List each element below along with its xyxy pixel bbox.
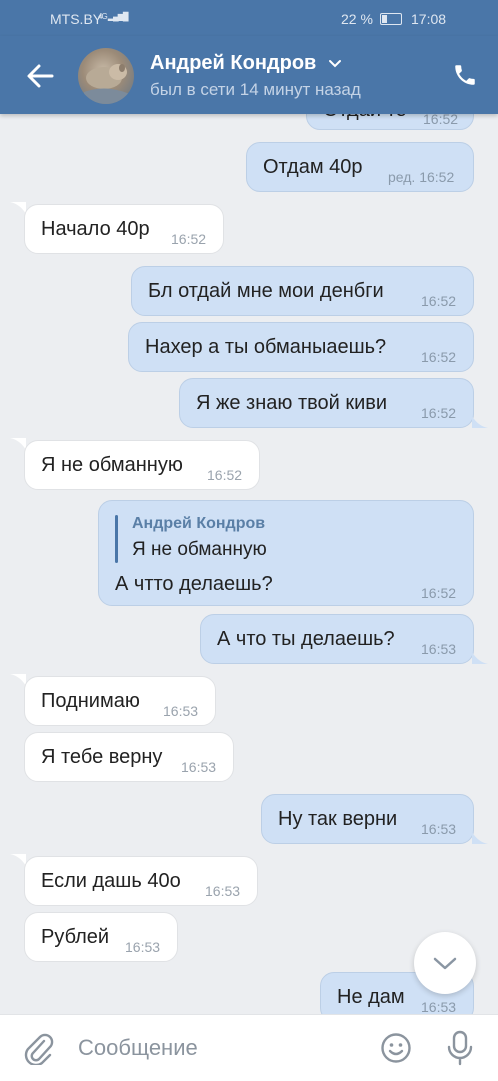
back-arrow-icon[interactable] [22,58,58,94]
outgoing-message[interactable]: Я же знаю твой киви 16:52 [179,378,474,428]
outgoing-message[interactable]: Ну так верни 16:53 [261,794,474,844]
clock: 17:08 [411,11,447,27]
scroll-to-bottom-button[interactable] [414,932,476,994]
battery-icon [380,13,402,25]
outgoing-message[interactable]: Нахер а ты обманыаешь? 16:52 [128,322,474,372]
message-time: 16:52 [171,231,207,247]
carrier-label: MTS.BY [50,11,103,27]
reply-quote-bar [115,515,118,563]
last-seen-status: был в сети 14 минут назад [150,80,361,99]
battery-percent: 22 % [341,11,373,27]
message-time: 16:52 [207,467,243,483]
message-text: А что ты делаешь? [217,628,395,650]
message-list[interactable]: Отдай те 16:52 Отдам 40р ред. 16:52 Нача… [0,114,498,1014]
contact-name[interactable]: Андрей Кондров [150,52,316,75]
chevron-down-icon [433,957,457,970]
message-time: 16:52 [421,293,457,309]
message-time: 16:53 [421,641,457,657]
microphone-icon[interactable] [446,1030,474,1066]
message-time: 16:52 [421,349,457,365]
message-time: 16:52 [421,405,457,421]
network-type-label: 4G [98,12,108,21]
chat-header: Андрей Кондров был в сети 14 минут назад [0,36,498,114]
message-text: Отдай те [323,114,407,122]
message-text: Не дам [337,986,405,1008]
incoming-message[interactable]: Я тебе верну 16:53 [24,732,234,782]
chevron-down-icon[interactable] [328,59,342,69]
message-text: А чтто делаешь? [115,573,273,595]
incoming-message[interactable]: Поднимаю 16:53 [24,676,216,726]
message-time: 16:53 [205,883,241,899]
bubble-tail [472,416,488,428]
signal-icon: 4G ▂▄▆█ [98,12,129,21]
message-text: Если дашь 40о [41,870,181,892]
reply-author[interactable]: Андрей Кондров [132,515,265,533]
message-text: Поднимаю [41,690,140,712]
message-composer: Сообщение [0,1014,498,1081]
reply-text[interactable]: Я не обманную [132,539,267,561]
outgoing-message[interactable]: Отдай те 16:52 [306,114,474,130]
incoming-message[interactable]: Начало 40р 16:52 [24,204,224,254]
message-time: 16:52 [423,114,459,127]
bubble-tail [472,832,488,844]
avatar[interactable] [78,48,134,104]
message-time: 16:53 [421,999,457,1014]
message-time: 16:53 [125,939,161,955]
message-time: 16:53 [163,703,199,719]
message-input[interactable]: Сообщение [78,1035,198,1061]
phone-icon[interactable] [452,62,478,88]
incoming-message[interactable]: Рублей 16:53 [24,912,178,962]
message-text: Бл отдай мне мои денбги [148,280,384,302]
outgoing-message[interactable]: Отдам 40р ред. 16:52 [246,142,474,192]
message-text: Начало 40р [41,218,150,240]
message-text: Ну так верни [278,808,398,830]
outgoing-message[interactable]: А что ты делаешь? 16:53 [200,614,474,664]
paperclip-icon[interactable] [22,1031,54,1065]
emoji-icon[interactable] [380,1032,412,1064]
message-time: 16:52 [421,585,457,601]
message-text: Я тебе верну [41,746,163,768]
outgoing-message[interactable]: Бл отдай мне мои денбги 16:52 [131,266,474,316]
outgoing-message-with-reply[interactable]: Андрей Кондров Я не обманную А чтто дела… [98,500,474,606]
message-text: Нахер а ты обманыаешь? [145,336,387,358]
message-text: Рублей [41,926,110,948]
bubble-tail [472,652,488,664]
message-text: Отдам 40р [263,156,363,178]
message-text: Я не обманную [41,454,183,476]
message-time: 16:53 [421,821,457,837]
message-time: ред. 16:52 [388,169,455,185]
message-time: 16:53 [181,759,217,775]
incoming-message[interactable]: Если дашь 40о 16:53 [24,856,258,906]
message-text: Я же знаю твой киви [196,392,388,414]
status-bar: MTS.BY 4G ▂▄▆█ 22 % 17:08 [0,0,498,36]
incoming-message[interactable]: Я не обманную 16:52 [24,440,260,490]
